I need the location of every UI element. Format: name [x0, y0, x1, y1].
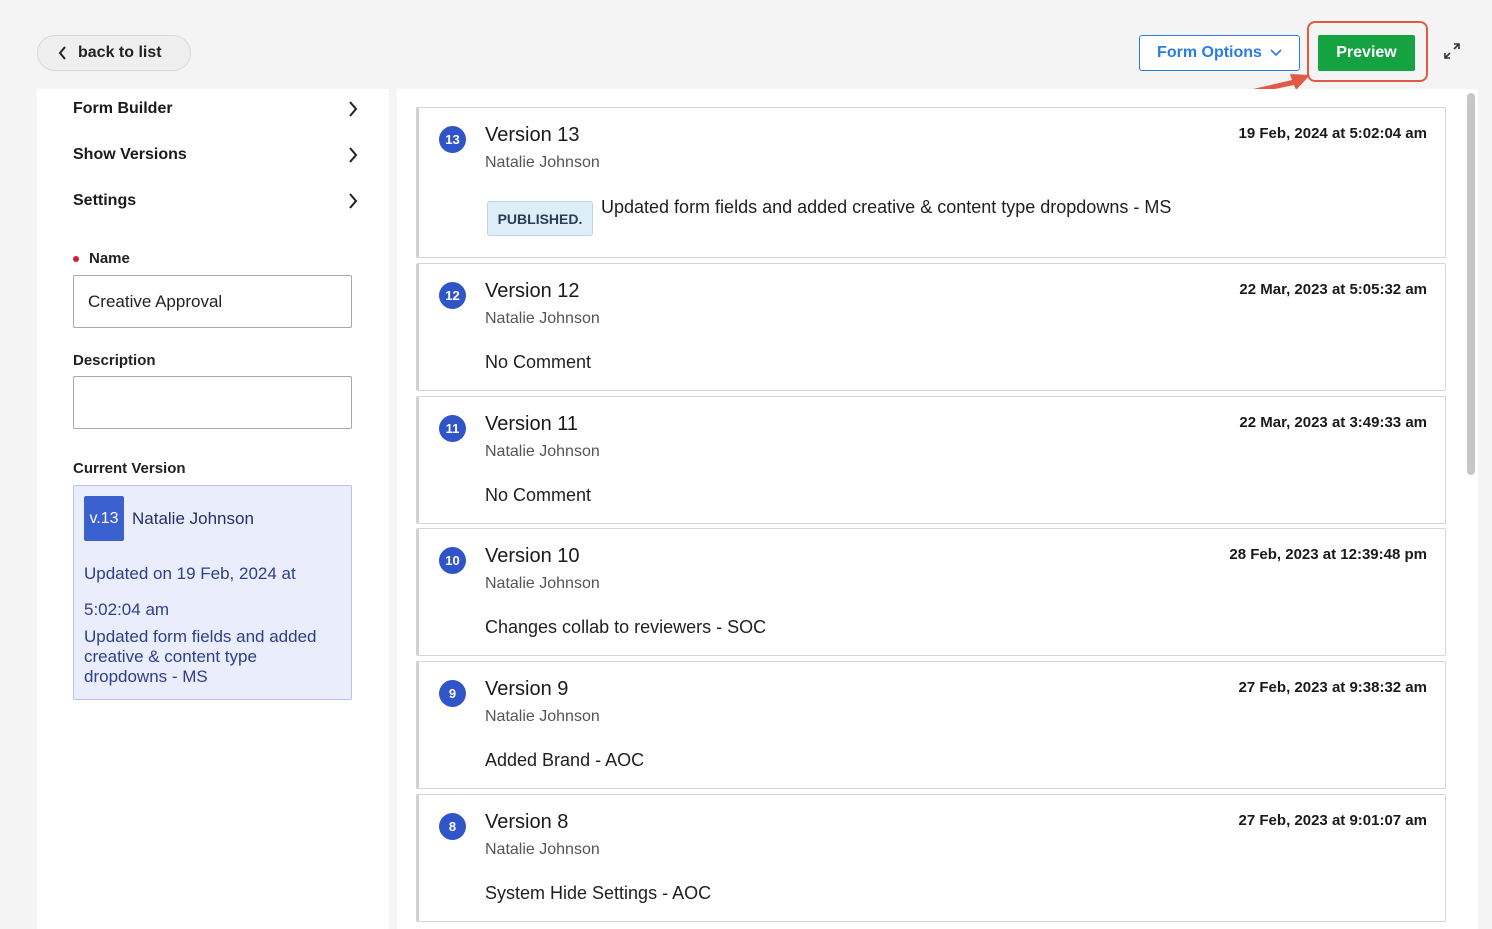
version-card[interactable]: 12 Version 12 Natalie Johnson 22 Mar, 20… [416, 263, 1446, 391]
version-comment: No Comment [485, 485, 592, 505]
version-date: 28 Feb, 2023 at 12:39:48 pm [1229, 546, 1427, 563]
version-comment: System Hide Settings - AOC [485, 883, 712, 903]
versions-panel: 13 Version 13 Natalie Johnson 19 Feb, 20… [397, 89, 1478, 929]
current-version-updated: Updated on 19 Feb, 2024 at 5:02:04 am [84, 564, 296, 619]
expand-icon[interactable] [1443, 42, 1461, 60]
current-version-label: Current Version [73, 460, 186, 477]
version-comment: No Comment [485, 352, 592, 372]
form-options-button[interactable]: Form Options [1139, 35, 1300, 71]
form-options-label: Form Options [1157, 44, 1262, 61]
version-badge: v.13 [84, 496, 124, 541]
version-title: Version 8 [485, 811, 569, 833]
version-title: Version 9 [485, 678, 569, 700]
nav-settings[interactable]: Settings [73, 186, 358, 216]
nav-show-versions-label: Show Versions [73, 146, 187, 163]
description-field-label: Description [73, 352, 156, 369]
name-input[interactable] [73, 275, 352, 328]
nav-show-versions[interactable]: Show Versions [73, 140, 358, 170]
current-version-author: Natalie Johnson [132, 509, 254, 528]
nav-form-builder-label: Form Builder [73, 100, 173, 117]
current-version-comment: Updated form fields and added creative &… [84, 627, 317, 686]
description-input[interactable] [73, 376, 352, 429]
version-number-badge: 8 [439, 813, 466, 840]
version-date: 19 Feb, 2024 at 5:02:04 am [1238, 125, 1427, 142]
version-author: Natalie Johnson [485, 310, 600, 327]
chevron-down-icon [1270, 49, 1282, 57]
version-number-badge: 13 [439, 126, 466, 153]
version-date: 22 Mar, 2023 at 3:49:33 am [1239, 414, 1427, 431]
version-date: 27 Feb, 2023 at 9:38:32 am [1238, 679, 1427, 696]
version-title: Version 11 [485, 413, 579, 435]
version-author: Natalie Johnson [485, 841, 600, 858]
version-title: Version 10 [485, 545, 580, 567]
published-status-badge: PUBLISHED. [487, 201, 593, 236]
name-field-label: Name [73, 250, 130, 267]
version-date: 27 Feb, 2023 at 9:01:07 am [1238, 812, 1427, 829]
version-comment: Updated form fields and added creative &… [601, 197, 1172, 217]
version-comment: Added Brand - AOC [485, 750, 645, 770]
version-card[interactable]: 9 Version 9 Natalie Johnson 27 Feb, 2023… [416, 661, 1446, 789]
version-number-badge: 12 [439, 282, 466, 309]
version-number-badge: 9 [439, 680, 466, 707]
version-author: Natalie Johnson [485, 443, 600, 460]
chevron-right-icon [349, 101, 358, 117]
chevron-right-icon [349, 147, 358, 163]
preview-label: Preview [1336, 44, 1397, 61]
version-number-badge: 11 [439, 415, 466, 442]
version-author: Natalie Johnson [485, 708, 600, 725]
left-panel: Form Builder Show Versions Settings Name… [37, 89, 389, 929]
version-card[interactable]: 10 Version 10 Natalie Johnson 28 Feb, 20… [416, 528, 1446, 656]
version-card[interactable]: 13 Version 13 Natalie Johnson 19 Feb, 20… [416, 107, 1446, 258]
version-author: Natalie Johnson [485, 575, 600, 592]
version-title: Version 12 [485, 280, 580, 302]
required-dot-icon [73, 256, 79, 263]
versions-scrollbar[interactable] [1467, 93, 1475, 475]
version-card[interactable]: 11 Version 11 Natalie Johnson 22 Mar, 20… [416, 396, 1446, 524]
version-number-badge: 10 [439, 547, 466, 574]
back-to-list-label: back to list [78, 44, 162, 61]
preview-button[interactable]: Preview [1318, 35, 1415, 71]
current-version-card: v.13 Natalie Johnson Updated on 19 Feb, … [73, 485, 352, 700]
chevron-right-icon [349, 193, 358, 209]
version-author: Natalie Johnson [485, 154, 600, 171]
version-date: 22 Mar, 2023 at 5:05:32 am [1239, 281, 1427, 298]
nav-settings-label: Settings [73, 192, 137, 209]
version-comment: Changes collab to reviewers - SOC [485, 617, 767, 637]
nav-form-builder[interactable]: Form Builder [73, 94, 358, 124]
version-card[interactable]: 8 Version 8 Natalie Johnson 27 Feb, 2023… [416, 794, 1446, 922]
chevron-left-icon [58, 46, 66, 60]
version-title: Version 13 [485, 124, 580, 146]
back-to-list-button[interactable]: back to list [37, 35, 191, 71]
